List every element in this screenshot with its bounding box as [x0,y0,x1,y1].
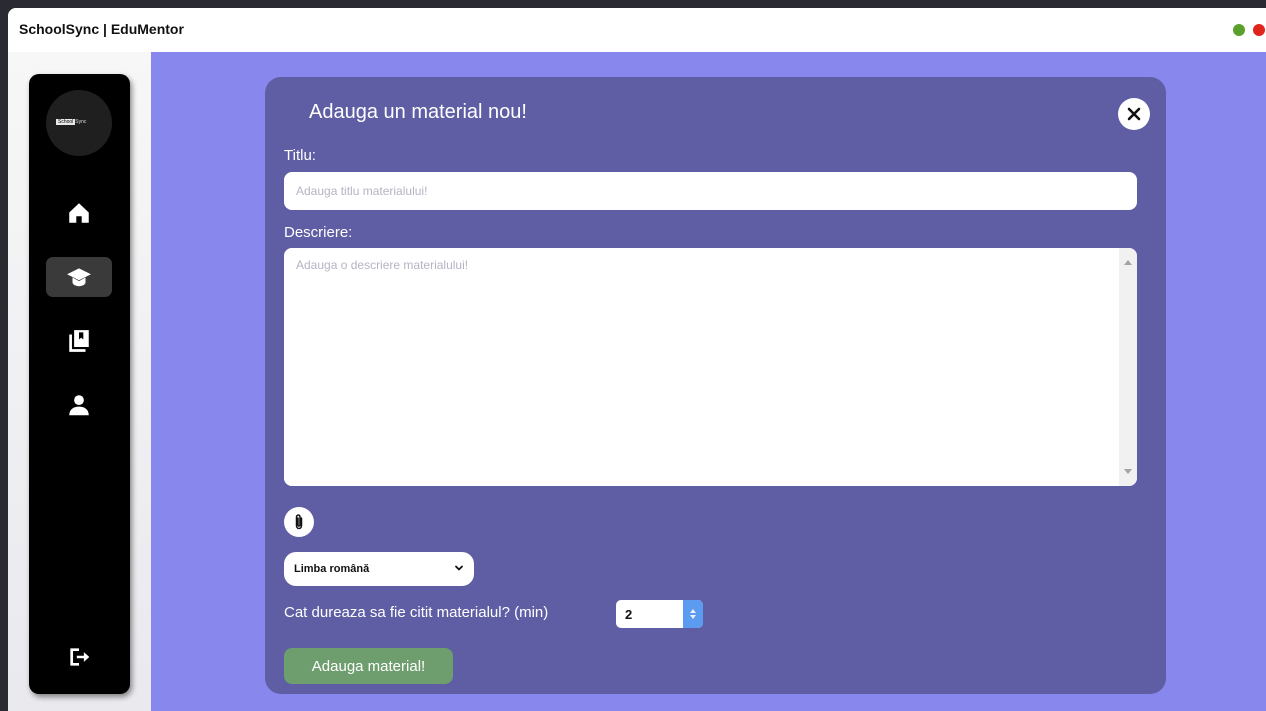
description-scrollbar[interactable] [1119,248,1137,486]
close-modal-button[interactable] [1118,98,1150,130]
add-material-modal: Adauga un material nou! Titlu: Descriere… [265,77,1166,694]
main-content: Adauga un material nou! Titlu: Descriere… [151,52,1266,711]
app-window: SchoolSync | EduMentor School Sync Adauga… [8,8,1266,711]
sidebar-item-profile[interactable] [46,385,112,425]
book-icon [69,330,89,352]
sidebar-item-materials[interactable] [46,257,112,297]
stepper-spin-buttons[interactable] [683,600,703,628]
add-material-button[interactable]: Adauga material! [284,648,453,684]
spin-down-icon[interactable] [690,615,696,619]
logout-icon [70,648,90,666]
app-title: SchoolSync | EduMentor [19,21,184,37]
duration-value: 2 [625,607,633,622]
description-textarea[interactable] [284,248,1119,486]
logo: School Sync [46,90,112,156]
logo-text-highlight: School [56,119,76,125]
add-material-button-label: Adauga material! [311,657,426,675]
attach-file-button[interactable] [284,507,314,537]
window-close-dot[interactable] [1253,24,1265,36]
sidebar: School Sync [29,74,130,694]
duration-label: Cat dureaza sa fie citit materialul? (mi… [284,604,549,621]
window-maximize-dot[interactable] [1233,24,1245,36]
home-icon [69,203,89,223]
title-input[interactable] [284,172,1137,210]
scroll-up-arrow-icon[interactable] [1124,260,1132,265]
sidebar-item-home[interactable] [46,193,112,233]
language-select[interactable]: Limba română [284,552,474,586]
graduation-cap-icon [67,268,91,287]
logo-text-rest: Sync [75,119,87,125]
user-icon [69,395,89,416]
duration-stepper[interactable]: 2 [616,600,703,628]
close-icon [1127,107,1141,121]
logout-button[interactable] [46,637,112,677]
spin-up-icon[interactable] [690,609,696,613]
title-bar: SchoolSync | EduMentor [8,8,1266,53]
paperclip-icon [295,514,303,530]
sidebar-item-library[interactable] [46,321,112,361]
scroll-down-arrow-icon[interactable] [1124,469,1132,474]
description-field [284,248,1137,486]
description-label: Descriere: [284,224,353,241]
logo-text: School Sync [56,119,86,125]
chevron-down-icon [454,560,464,578]
language-selected-value: Limba română [294,563,370,575]
title-label: Titlu: [284,147,316,164]
modal-title: Adauga un material nou! [309,101,527,123]
